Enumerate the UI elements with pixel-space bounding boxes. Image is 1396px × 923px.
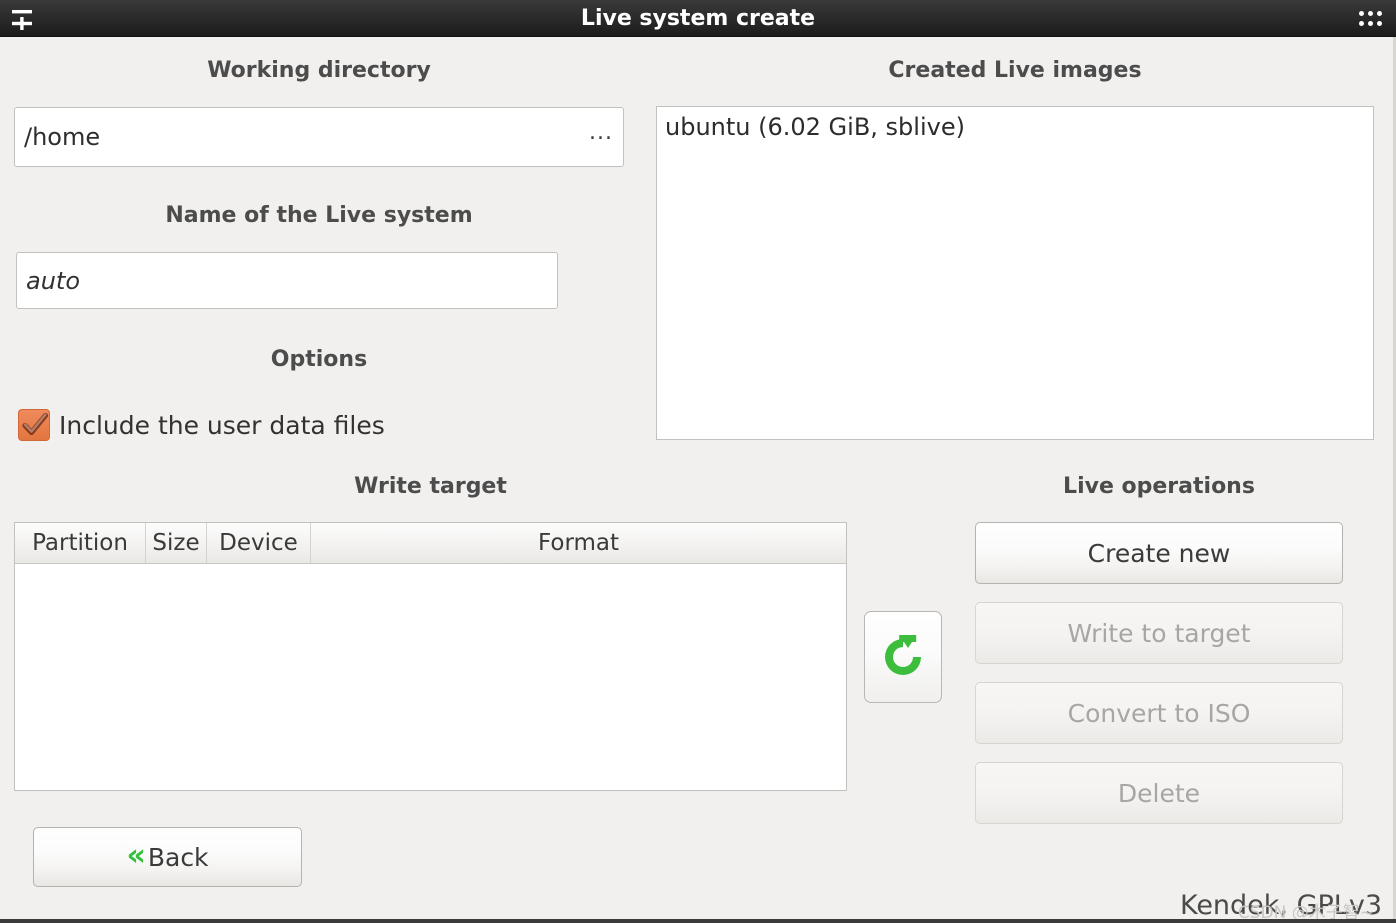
double-chevron-left-icon: « <box>126 841 145 871</box>
refresh-icon <box>877 631 929 683</box>
column-header-format[interactable]: Format <box>311 523 846 563</box>
write-to-target-button[interactable]: Write to target <box>975 602 1343 664</box>
live-name-input[interactable]: auto <box>16 252 558 309</box>
working-directory-value: /home <box>15 123 579 151</box>
table-body[interactable] <box>15 564 846 791</box>
window-title: Live system create <box>0 0 1396 37</box>
title-bar: Live system create <box>0 0 1396 37</box>
options-heading: Options <box>14 347 624 372</box>
ellipsis-icon[interactable]: ... <box>579 122 623 152</box>
include-user-data-checkbox[interactable] <box>18 409 50 441</box>
convert-to-iso-button[interactable]: Convert to ISO <box>975 682 1343 744</box>
live-system-create-window: Live system create Working directory /ho… <box>0 0 1396 923</box>
back-button-label: Back <box>148 843 209 872</box>
window-bottom-edge <box>0 919 1396 923</box>
live-name-placeholder: auto <box>17 267 557 295</box>
created-live-images-list[interactable]: ubuntu (6.02 GiB, sblive) <box>656 106 1374 440</box>
list-item[interactable]: ubuntu (6.02 GiB, sblive) <box>657 107 1373 141</box>
credit-text: Kendek, GPLv3 <box>1180 890 1382 921</box>
back-button[interactable]: « Back <box>33 827 302 887</box>
live-operations-heading: Live operations <box>975 474 1343 499</box>
write-target-table[interactable]: Partition Size Device Format <box>14 522 847 791</box>
created-live-images-heading: Created Live images <box>656 58 1374 83</box>
include-user-data-row[interactable]: Include the user data files <box>18 409 385 441</box>
working-directory-input[interactable]: /home ... <box>14 107 624 167</box>
write-target-heading: Write target <box>14 474 847 499</box>
table-header-row: Partition Size Device Format <box>15 523 846 564</box>
working-directory-heading: Working directory <box>14 58 624 83</box>
column-header-size[interactable]: Size <box>146 523 207 563</box>
refresh-button[interactable] <box>864 611 942 703</box>
grid-menu-icon[interactable] <box>1358 10 1382 27</box>
include-user-data-label: Include the user data files <box>59 411 385 440</box>
live-name-heading: Name of the Live system <box>14 203 624 228</box>
delete-button[interactable]: Delete <box>975 762 1343 824</box>
column-header-partition[interactable]: Partition <box>15 523 146 563</box>
column-header-device[interactable]: Device <box>207 523 311 563</box>
create-new-button[interactable]: Create new <box>975 522 1343 584</box>
